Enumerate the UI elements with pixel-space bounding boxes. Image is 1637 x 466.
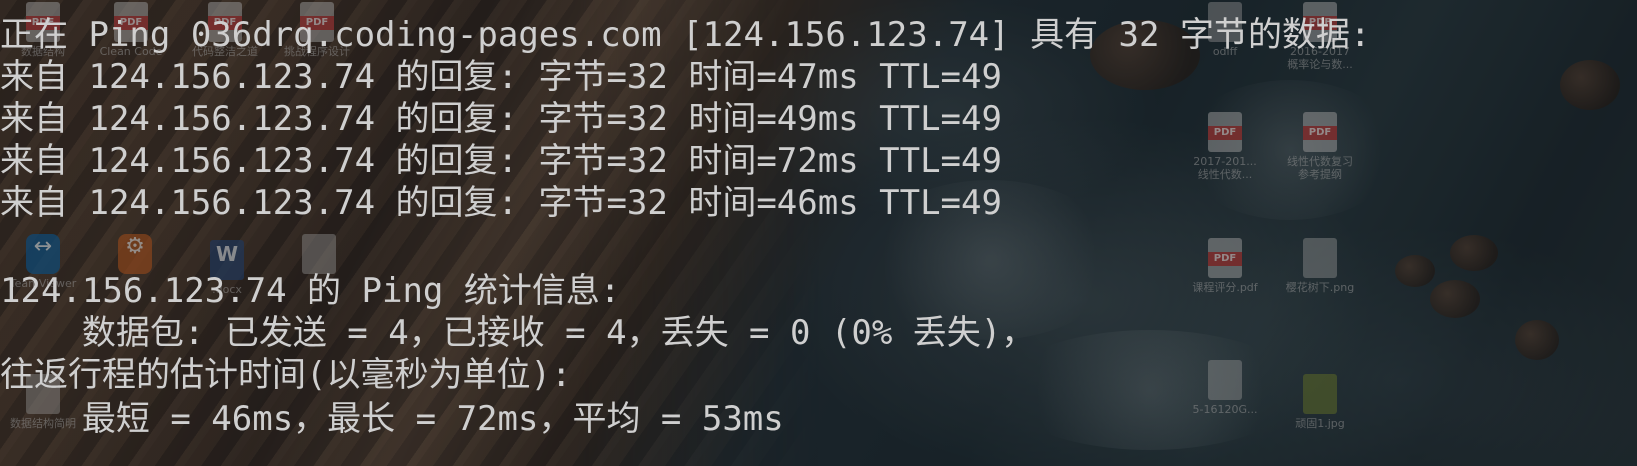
ping-header-line: 正在 Ping 036drq.coding-pages.com [124.156…: [0, 15, 1371, 55]
ping-packets-line: 数据包: 已发送 = 4，已接收 = 4，丢失 = 0 (0% 丢失)，: [0, 313, 1036, 353]
rtt-title-line: 往返行程的估计时间(以毫秒为单位):: [0, 355, 572, 395]
ping-reply-line: 来自 124.156.123.74 的回复: 字节=32 时间=47ms TTL…: [0, 57, 1002, 97]
ping-stats-title: 124.156.123.74 的 Ping 统计信息:: [0, 271, 621, 311]
ping-reply-line: 来自 124.156.123.74 的回复: 字节=32 时间=72ms TTL…: [0, 141, 1002, 181]
ping-reply-line: 来自 124.156.123.74 的回复: 字节=32 时间=46ms TTL…: [0, 183, 1002, 223]
rtt-values-line: 最短 = 46ms，最长 = 72ms，平均 = 53ms: [0, 399, 784, 439]
console-window[interactable]: 正在 Ping 036drq.coding-pages.com [124.156…: [0, 0, 1637, 466]
ping-reply-line: 来自 124.156.123.74 的回复: 字节=32 时间=49ms TTL…: [0, 99, 1002, 139]
